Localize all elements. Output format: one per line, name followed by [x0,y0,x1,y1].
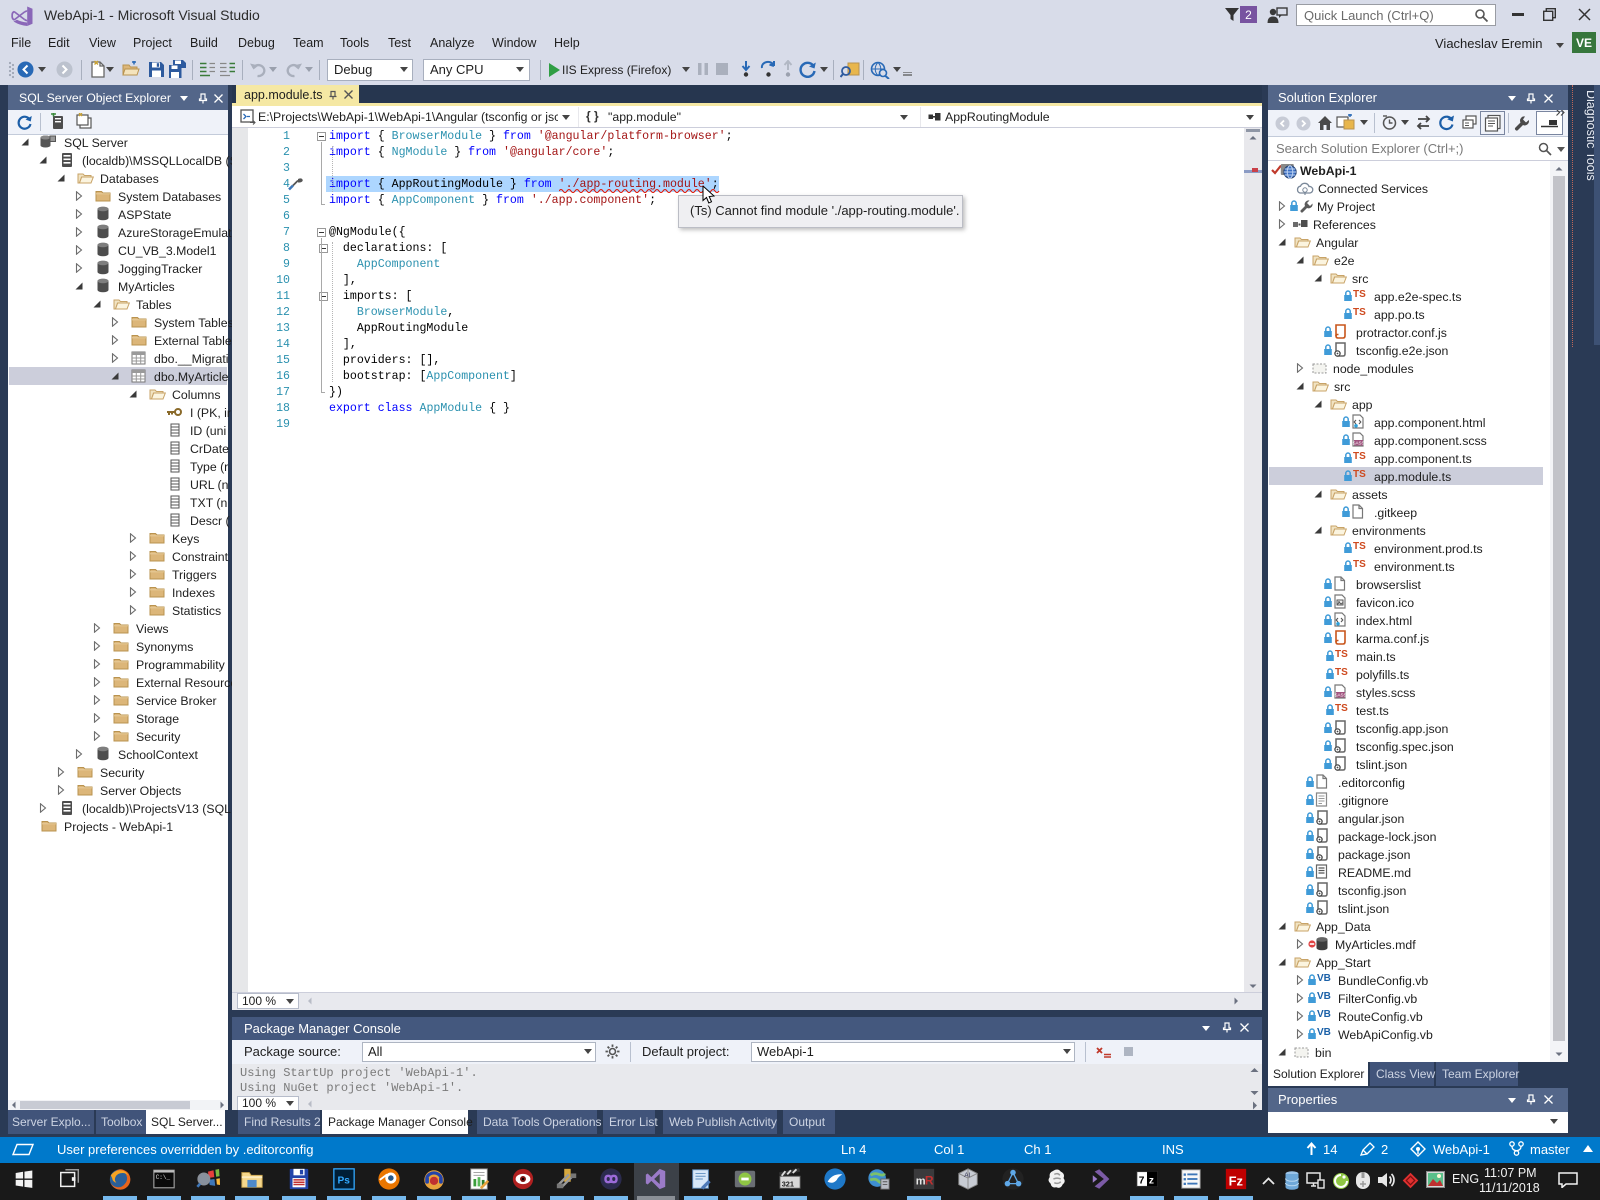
svg-text:SASS: SASS [1334,693,1346,698]
svg-text:R: R [925,1174,934,1188]
svg-text:7: 7 [1139,1176,1145,1187]
svg-text:C:\_: C:\_ [156,1174,171,1181]
svg-text:Ps: Ps [338,1176,351,1187]
svg-text:z: z [1149,1176,1154,1187]
svg-text:SASS: SASS [1352,441,1364,446]
svg-text:321: 321 [782,1179,794,1188]
svg-text:Fz: Fz [1229,1173,1243,1188]
svg-text:AI: AI [964,1172,970,1179]
